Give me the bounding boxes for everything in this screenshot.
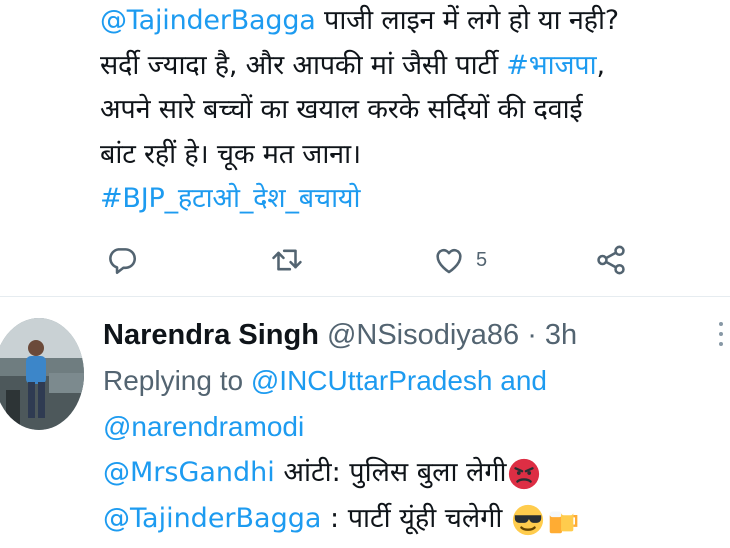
hashtag-link[interactable]: #भाजपा bbox=[506, 50, 596, 81]
tweet-text: , bbox=[596, 49, 605, 81]
tweet-1-action-bar: 5 bbox=[100, 238, 660, 282]
separator-dot: · bbox=[527, 319, 537, 351]
mention-link[interactable]: @MrsGandhi bbox=[103, 457, 275, 488]
user-handle[interactable]: @NSisodiya86 bbox=[327, 312, 519, 358]
tweet-text: पाजी लाइन में लगे हो या नही? bbox=[315, 5, 619, 36]
tweet-text: सर्दी ज्यादा है, और आपकी मां जैसी पार्टी bbox=[100, 49, 507, 81]
replying-to-line-2: @narendramodi bbox=[103, 404, 723, 450]
tweet-1-line-5: #BJP_हटाओ_देश_बचायो bbox=[100, 177, 725, 222]
reply-button[interactable] bbox=[105, 238, 139, 282]
share-icon bbox=[597, 245, 625, 275]
retweet-button[interactable] bbox=[270, 238, 304, 282]
tweet-1-body: @TajinderBagga पाजी लाइन में लगे हो या न… bbox=[100, 0, 725, 222]
sunglasses-face-emoji bbox=[512, 504, 544, 535]
replying-mention-link[interactable]: @INCUttarPradesh bbox=[251, 365, 493, 396]
replying-label: Replying to bbox=[103, 365, 251, 396]
timestamp[interactable]: 3h bbox=[545, 312, 577, 358]
like-button[interactable]: 5 bbox=[432, 238, 487, 282]
beer-mugs-emoji bbox=[549, 509, 578, 533]
tweet-text: आंटी: पुलिस बुला लेगी bbox=[274, 457, 507, 488]
tweet-2: Narendra Singh @NSisodiya86 · 3h Replyin… bbox=[103, 312, 723, 542]
display-name[interactable]: Narendra Singh bbox=[103, 312, 319, 358]
mention-link[interactable]: @TajinderBagga bbox=[103, 503, 321, 534]
replying-and: and bbox=[492, 365, 547, 396]
reply-icon bbox=[109, 248, 137, 275]
tweet-1-line-4: बांट रहीं हे। चूक मत जाना। bbox=[100, 138, 361, 170]
replying-to-line: Replying to @INCUttarPradesh and bbox=[103, 358, 723, 404]
like-count: 5 bbox=[476, 248, 488, 271]
tweet-2-header: Narendra Singh @NSisodiya86 · 3h bbox=[103, 312, 723, 358]
mention-link[interactable]: @TajinderBagga bbox=[100, 5, 316, 36]
heart-icon bbox=[436, 248, 462, 274]
tweet-text: : पार्टी यूंही चलेगी bbox=[321, 503, 512, 534]
angry-face-emoji bbox=[508, 458, 539, 489]
tweet-2-body-line-2: @TajinderBagga : पार्टी यूंही चलेगी bbox=[103, 496, 723, 542]
tweet-1-line-2: सर्दी ज्यादा है, और आपकी मां जैसी पार्टी… bbox=[100, 44, 725, 89]
retweet-icon bbox=[272, 249, 302, 271]
avatar[interactable] bbox=[0, 318, 84, 430]
tweet-divider bbox=[0, 296, 730, 297]
tweet-1-line-3: अपने सारे बच्चों का खयाल करके सर्दियों क… bbox=[100, 94, 583, 125]
tweet-2-body-line-1: @MrsGandhi आंटी: पुलिस बुला लेगी bbox=[103, 450, 723, 496]
tweet-1-line-1: @TajinderBagga पाजी लाइन में लगे हो या न… bbox=[100, 0, 725, 44]
replying-mention-link[interactable]: @narendramodi bbox=[103, 411, 304, 442]
share-button[interactable] bbox=[594, 238, 628, 282]
hashtag-link[interactable]: #BJP_हटाओ_देश_बचायो bbox=[100, 183, 361, 214]
